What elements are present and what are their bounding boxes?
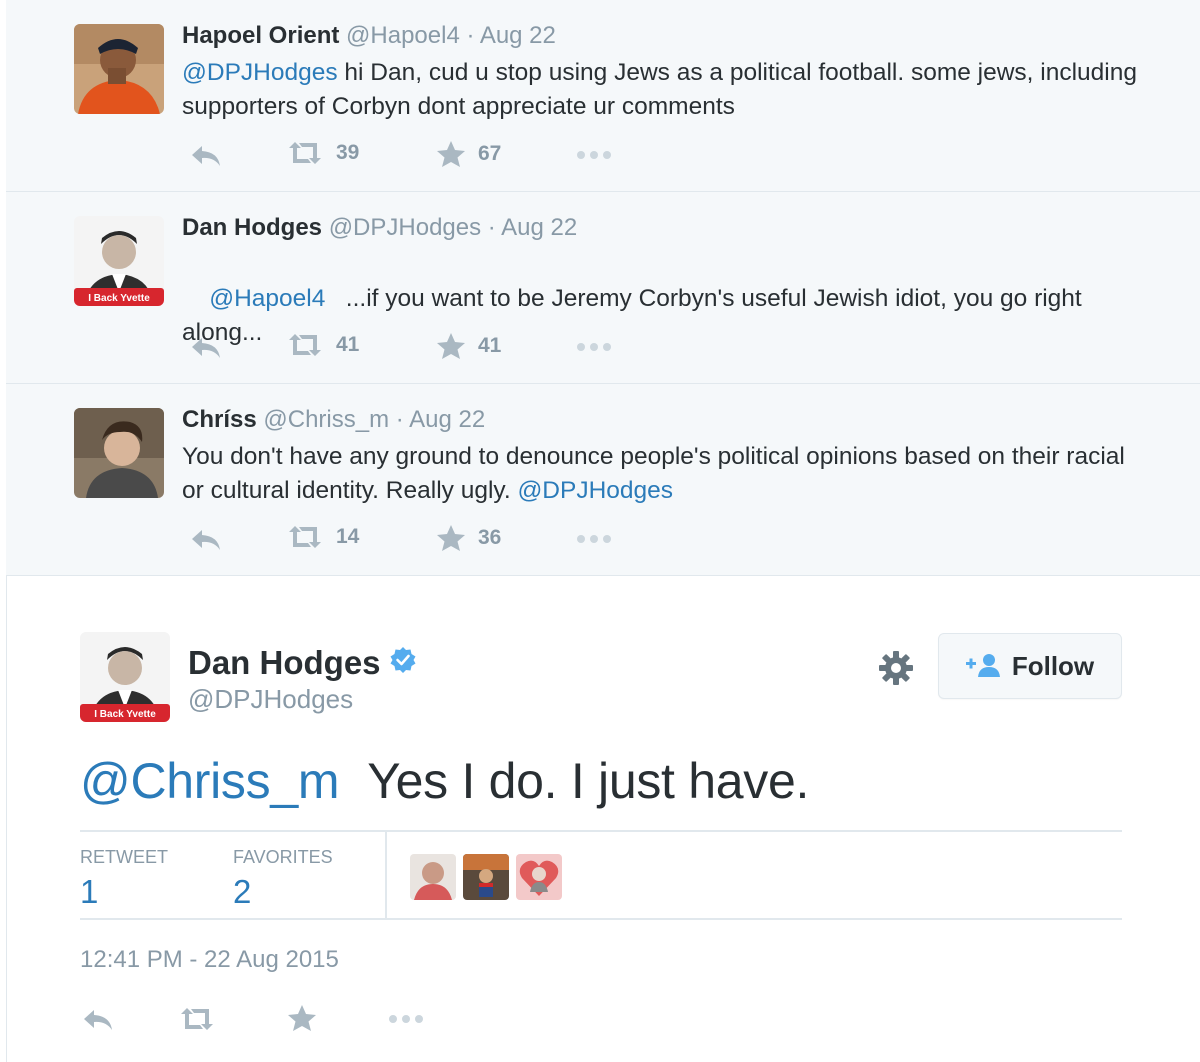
more-button[interactable] bbox=[388, 1014, 424, 1024]
retweet-count: 14 bbox=[336, 525, 360, 548]
settings-button[interactable] bbox=[878, 650, 914, 686]
retweet-icon bbox=[181, 1008, 213, 1030]
author-name[interactable]: Chríss bbox=[182, 406, 257, 433]
more-button[interactable] bbox=[576, 534, 612, 544]
favorites-count[interactable]: 2 bbox=[233, 873, 251, 911]
avatar[interactable] bbox=[74, 24, 164, 114]
add-user-icon bbox=[965, 654, 1000, 677]
tweet-actions bbox=[82, 1004, 442, 1038]
star-icon bbox=[437, 141, 465, 167]
author-handle[interactable]: @DPJHodges bbox=[188, 684, 353, 715]
retweet-icon bbox=[289, 334, 321, 356]
star-icon bbox=[437, 525, 465, 551]
star-icon bbox=[288, 1005, 316, 1031]
tweet-actions: 39 67 bbox=[186, 140, 686, 174]
more-icon bbox=[577, 151, 611, 159]
favoriter-avatar[interactable] bbox=[516, 854, 562, 900]
tweet-actions: 14 36 bbox=[186, 524, 686, 558]
verified-badge-icon bbox=[389, 644, 417, 682]
reply-button[interactable] bbox=[82, 1008, 114, 1032]
retweet-count: 39 bbox=[336, 141, 360, 164]
favoriter-avatar[interactable] bbox=[410, 854, 456, 900]
reply-button[interactable] bbox=[190, 336, 222, 360]
retweet-button[interactable]: 14 bbox=[286, 524, 359, 550]
more-button[interactable] bbox=[576, 150, 612, 160]
separator: · bbox=[481, 214, 502, 241]
retweet-icon bbox=[289, 526, 321, 548]
retweet-button[interactable]: 39 bbox=[286, 140, 359, 166]
mention-link[interactable]: @Hapoel4 bbox=[209, 285, 325, 312]
more-icon bbox=[389, 1015, 423, 1023]
tweet-header: Hapoel Orient @Hapoel4 · Aug 22 bbox=[182, 22, 556, 50]
mention-link[interactable]: @DPJHodges bbox=[182, 59, 338, 86]
tweet-text: @DPJHodges hi Dan, cud u stop using Jews… bbox=[182, 56, 1142, 124]
context-tweet[interactable]: I Back Yvette Dan Hodges @DPJHodges · Au… bbox=[6, 192, 1200, 384]
reply-icon bbox=[192, 338, 220, 358]
retweet-count[interactable]: 1 bbox=[80, 873, 98, 911]
retweet-label: RETWEET bbox=[80, 847, 168, 867]
separator: · bbox=[459, 22, 480, 49]
mention-link[interactable]: @DPJHodges bbox=[517, 477, 673, 504]
tweet-header: Dan Hodges @DPJHodges · Aug 22 bbox=[182, 214, 577, 242]
favorite-button[interactable] bbox=[287, 1004, 317, 1032]
author-handle[interactable]: @DPJHodges bbox=[329, 214, 481, 241]
favorite-button[interactable]: 67 bbox=[436, 140, 501, 168]
more-icon bbox=[577, 535, 611, 543]
reply-button[interactable] bbox=[190, 144, 222, 168]
divider bbox=[80, 830, 1122, 832]
reply-icon bbox=[192, 146, 220, 166]
author-name[interactable]: Dan Hodges bbox=[182, 214, 322, 241]
more-icon bbox=[577, 343, 611, 351]
author-handle[interactable]: @Chriss_m bbox=[263, 406, 389, 433]
tweet-text: @Chriss_m Yes I do. I just have. bbox=[80, 752, 809, 810]
author-name-text[interactable]: Dan Hodges bbox=[188, 644, 381, 682]
tweet-time[interactable]: Aug 22 bbox=[480, 22, 556, 49]
tweet-time[interactable]: Aug 22 bbox=[501, 214, 577, 241]
retweet-count: 41 bbox=[336, 333, 360, 356]
avatar[interactable]: I Back Yvette bbox=[74, 216, 164, 306]
tweet-timestamp[interactable]: 12:41 PM - 22 Aug 2015 bbox=[80, 946, 339, 974]
reply-icon bbox=[192, 530, 220, 550]
follow-label: Follow bbox=[1011, 650, 1095, 681]
tweet-actions: 41 41 bbox=[186, 332, 686, 366]
retweet-button[interactable] bbox=[178, 1006, 216, 1032]
star-icon bbox=[437, 333, 465, 359]
context-tweet[interactable]: Hapoel Orient @Hapoel4 · Aug 22 @DPJHodg… bbox=[6, 0, 1200, 192]
avatar[interactable]: I Back Yvette bbox=[80, 632, 170, 722]
favoriter-avatar[interactable] bbox=[463, 854, 509, 900]
author-name[interactable]: Dan Hodges bbox=[188, 644, 417, 682]
retweet-icon bbox=[289, 142, 321, 164]
favorite-count: 36 bbox=[478, 526, 502, 549]
favorites-label: FAVORITES bbox=[233, 847, 333, 867]
favorite-count: 41 bbox=[478, 334, 502, 357]
reply-icon bbox=[84, 1010, 112, 1030]
retweet-button[interactable]: 41 bbox=[286, 332, 359, 358]
tweet-body: Yes I do. I just have. bbox=[367, 753, 810, 809]
avatar[interactable] bbox=[74, 408, 164, 498]
author-handle[interactable]: @Hapoel4 bbox=[346, 22, 460, 49]
divider bbox=[80, 918, 1122, 920]
separator: · bbox=[389, 406, 410, 433]
gear-icon bbox=[879, 651, 913, 685]
svg-text:I Back Yvette: I Back Yvette bbox=[88, 293, 150, 304]
more-button[interactable] bbox=[576, 342, 612, 352]
favorite-button[interactable]: 41 bbox=[436, 332, 501, 360]
favorite-button[interactable]: 36 bbox=[436, 524, 501, 552]
tweet-header: Chríss @Chriss_m · Aug 22 bbox=[182, 406, 485, 434]
reply-button[interactable] bbox=[190, 528, 222, 552]
tweet-text: You don't have any ground to denounce pe… bbox=[182, 440, 1142, 508]
mention-link[interactable]: @Chriss_m bbox=[80, 753, 340, 809]
context-tweet[interactable]: Chríss @Chriss_m · Aug 22 You don't have… bbox=[6, 384, 1200, 576]
stats-separator bbox=[385, 832, 387, 919]
author-name[interactable]: Hapoel Orient bbox=[182, 22, 339, 49]
tweet-time[interactable]: Aug 22 bbox=[409, 406, 485, 433]
svg-text:I Back Yvette: I Back Yvette bbox=[94, 709, 156, 720]
follow-button[interactable]: Follow bbox=[938, 633, 1122, 699]
favorite-count: 67 bbox=[478, 142, 502, 165]
